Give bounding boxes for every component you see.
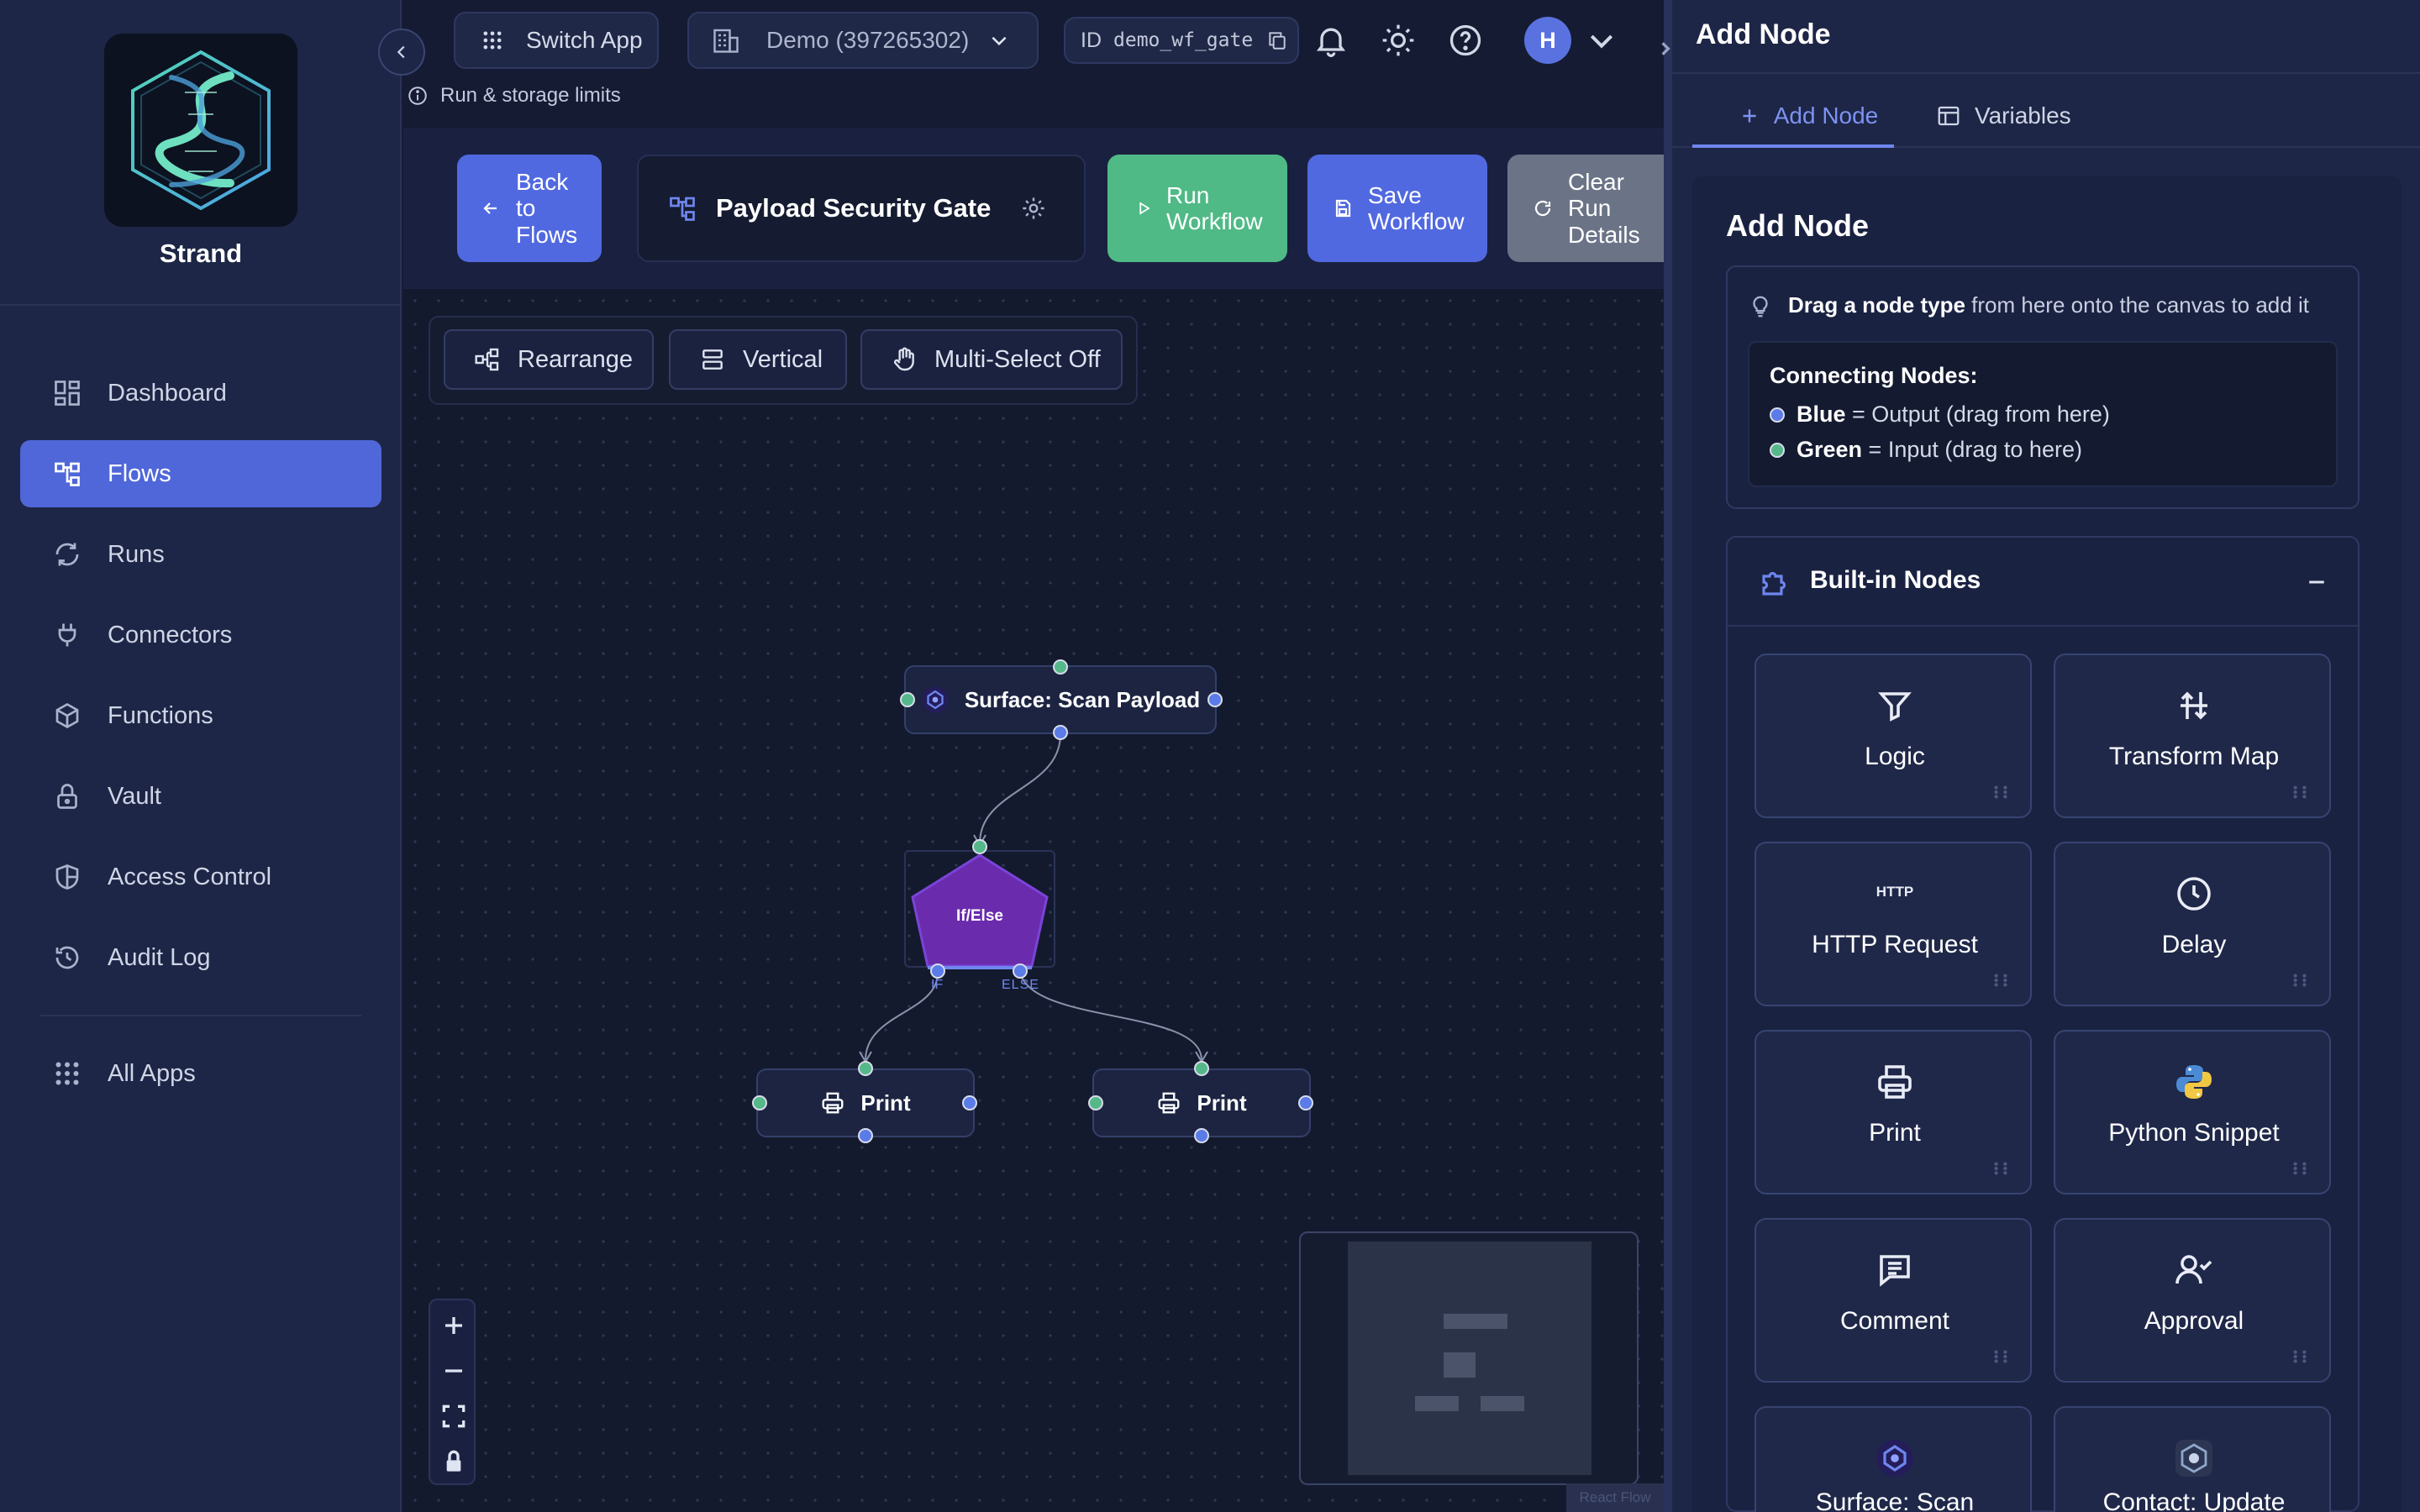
drag-handle-icon xyxy=(1994,1162,2007,1175)
zoom-in-button[interactable] xyxy=(437,1309,471,1342)
comment-icon xyxy=(1880,1255,1910,1287)
table-icon xyxy=(1938,106,1960,126)
card-label: Transform Map xyxy=(2108,743,2280,770)
section-title: Add Node xyxy=(1726,208,1869,243)
card-label: Contact: Update xyxy=(2102,1488,2286,1512)
connecting-nodes-legend: Connecting Nodes: Blue = Output (drag fr… xyxy=(1748,341,2338,487)
output-handle xyxy=(1194,1128,1209,1143)
tab-add-node[interactable]: Add Node xyxy=(1723,84,1894,148)
clock-icon xyxy=(2177,877,2211,911)
contact-logo-icon xyxy=(2175,1440,2212,1477)
drag-handle-icon xyxy=(2293,1350,2307,1363)
input-handle xyxy=(1053,659,1068,675)
card-label: HTTP Request xyxy=(1812,931,1978,958)
drag-handle-icon xyxy=(1994,785,2007,799)
minimap[interactable] xyxy=(1299,1231,1639,1485)
user-check-icon xyxy=(2175,1255,2212,1284)
tab-variables[interactable]: Variables xyxy=(1936,84,2087,148)
node-card-transform-map[interactable]: Transform Map xyxy=(2054,654,2331,818)
lock-canvas-button[interactable] xyxy=(437,1445,471,1478)
drag-handle-icon xyxy=(2293,974,2307,987)
legend-blue: Blue = Output (drag from here) xyxy=(1770,402,2110,428)
node-card-surface-scan[interactable]: Surface: Scan xyxy=(1754,1406,2032,1512)
fit-view-button[interactable] xyxy=(437,1399,471,1433)
output-handle xyxy=(1013,963,1028,979)
card-label: Logic xyxy=(1865,743,1925,770)
zoom-controls xyxy=(429,1299,476,1485)
input-handle xyxy=(1088,1095,1103,1110)
transform-icon xyxy=(2181,691,2207,720)
output-handle xyxy=(1053,725,1068,740)
node-card-http-request[interactable]: HTTP HTTP Request xyxy=(1754,842,2032,1006)
green-label: Green xyxy=(1797,437,1863,462)
card-label: Delay xyxy=(2161,931,2227,958)
http-badge-icon: HTTP xyxy=(1876,884,1914,900)
input-handle xyxy=(1194,1061,1209,1076)
react-flow-attribution[interactable]: React Flow xyxy=(1566,1483,1664,1512)
built-in-title: Built-in Nodes xyxy=(1810,566,1981,594)
blue-dot xyxy=(1770,407,1785,423)
card-label: Comment xyxy=(1839,1307,1950,1335)
output-handle xyxy=(1207,692,1223,707)
filter-icon xyxy=(1878,692,1912,722)
puzzle-icon xyxy=(1762,571,1786,596)
tab-label: Variables xyxy=(1975,102,2071,129)
node-card-contact-update[interactable]: Contact: Update xyxy=(2054,1406,2331,1512)
input-handle xyxy=(858,1061,873,1076)
hint-bold: Drag a node type xyxy=(1788,292,1965,318)
built-in-header[interactable]: Built-in Nodes xyxy=(1728,538,2358,627)
panel-header: Add Node xyxy=(1696,18,1831,50)
zoom-out-button[interactable] xyxy=(437,1354,471,1388)
lock-icon xyxy=(446,1450,461,1472)
blue-desc: = Output (drag from here) xyxy=(1845,402,2110,427)
python-icon xyxy=(2176,1065,2212,1099)
drag-handle-icon xyxy=(2293,1162,2307,1175)
panel-header-divider xyxy=(1672,72,2420,74)
surface-logo-icon xyxy=(1876,1440,1913,1477)
lightbulb-icon xyxy=(1753,296,1768,318)
blue-label: Blue xyxy=(1797,402,1846,427)
green-dot xyxy=(1770,442,1785,458)
node-card-comment[interactable]: Comment xyxy=(1754,1218,2032,1383)
node-card-delay[interactable]: Delay xyxy=(2054,842,2331,1006)
legend-green: Green = Input (drag to here) xyxy=(1770,437,2082,463)
collapse-section-icon[interactable] xyxy=(2304,570,2329,595)
minimap-view xyxy=(1348,1242,1591,1475)
legend-title: Connecting Nodes: xyxy=(1770,363,1978,388)
input-handle xyxy=(752,1095,767,1110)
minus-icon xyxy=(445,1369,462,1373)
active-tab-indicator xyxy=(1692,144,1894,148)
plus-icon xyxy=(445,1317,462,1334)
drag-handle-icon xyxy=(1994,974,2007,987)
node-card-logic[interactable]: Logic xyxy=(1754,654,2032,818)
input-handle xyxy=(900,692,915,707)
output-handle xyxy=(930,963,945,979)
fit-view-icon xyxy=(442,1404,466,1428)
node-card-approval[interactable]: Approval xyxy=(2054,1218,2331,1383)
printer-icon xyxy=(1878,1065,1912,1099)
hint-text: from here onto the canvas to add it xyxy=(1965,292,2309,318)
card-label: Python Snippet xyxy=(2108,1119,2280,1147)
card-label: Surface: Scan xyxy=(1815,1488,1975,1512)
output-handle xyxy=(1298,1095,1313,1110)
node-card-python-snippet[interactable]: Python Snippet xyxy=(2054,1030,2331,1194)
input-handle xyxy=(972,839,987,854)
output-handle xyxy=(858,1128,873,1143)
drag-handle-icon xyxy=(2293,785,2307,799)
panel-resize-handle[interactable] xyxy=(1664,0,1672,1512)
output-handle xyxy=(962,1095,977,1110)
green-desc: = Input (drag to here) xyxy=(1862,437,2082,462)
node-card-print[interactable]: Print xyxy=(1754,1030,2032,1194)
card-label: Print xyxy=(1869,1119,1921,1147)
card-label: Approval xyxy=(2144,1307,2244,1335)
drag-handle-icon xyxy=(1994,1350,2007,1363)
tab-label: Add Node xyxy=(1773,102,1879,129)
plus-icon xyxy=(1743,109,1756,123)
